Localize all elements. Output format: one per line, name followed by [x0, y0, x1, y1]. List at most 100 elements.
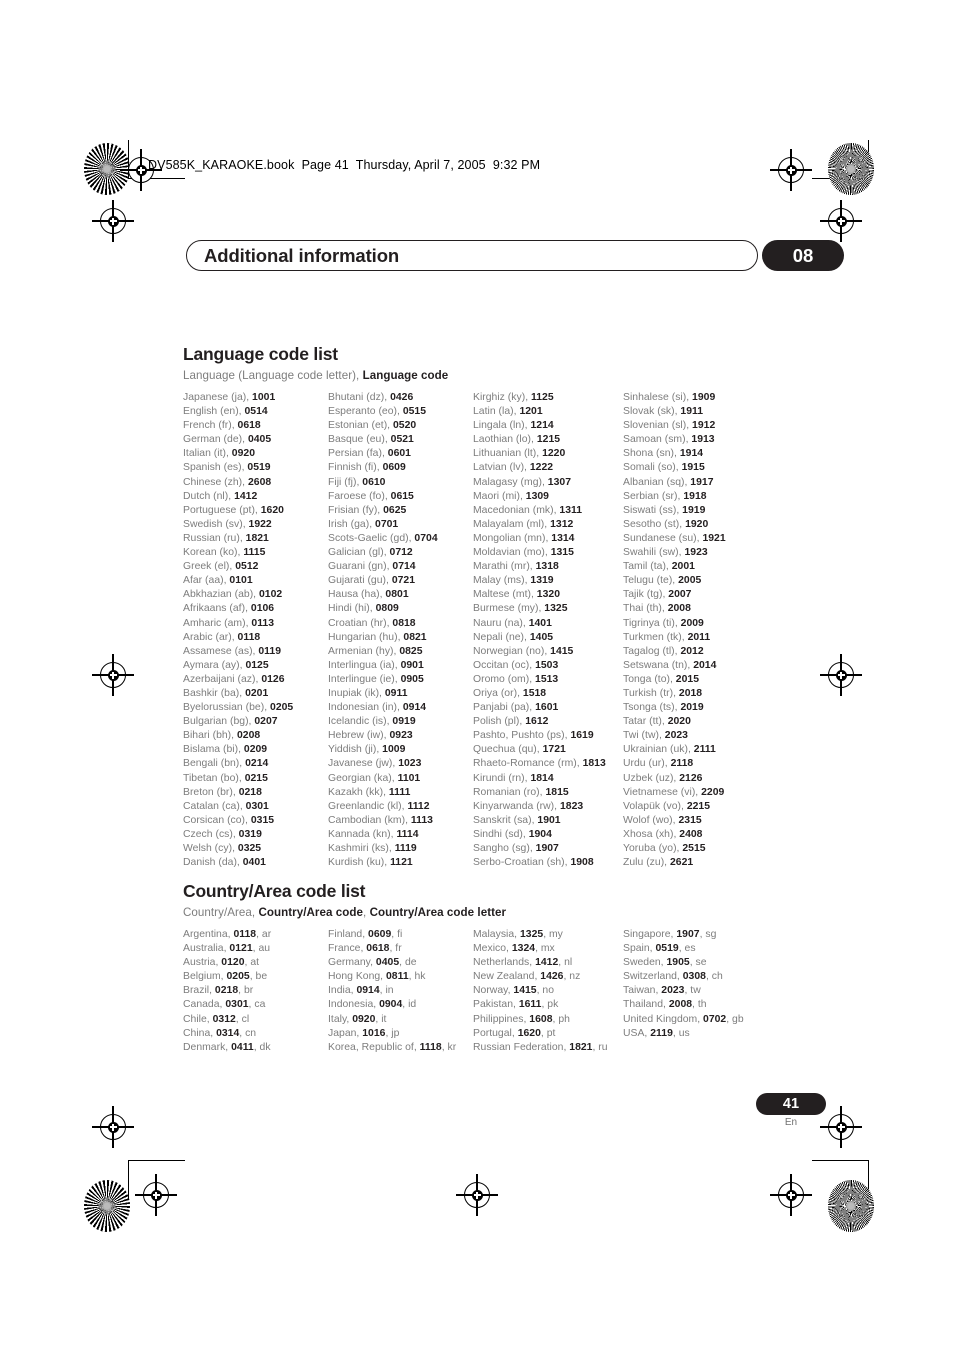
- code-entry: Aymara (ay), 0125: [183, 659, 269, 671]
- code-entry: Argentina, 0118, ar: [183, 929, 272, 940]
- code-entry: Persian (fa), 0601: [328, 448, 411, 460]
- code-entry: Philippines, 1608, ph: [473, 1013, 570, 1025]
- code-entry: Inupiak (ik), 0911: [328, 687, 408, 699]
- code-entry: Netherlands, 1412, nl: [473, 957, 573, 969]
- code-entry: Thailand, 2008, th: [623, 999, 707, 1011]
- country-code-heading: Country/Area code list: [183, 881, 366, 901]
- code-entry: Lithuanian (lt), 1220: [473, 448, 566, 460]
- code-entry: USA, 2119, us: [623, 1027, 690, 1039]
- code-entry: Catalan (ca), 0301: [183, 800, 269, 812]
- code-entry: Panjabi (pa), 1601: [473, 702, 559, 714]
- code-entry: Vietnamese (vi), 2209: [623, 786, 725, 798]
- code-entry: Kirundi (rn), 1814: [473, 772, 554, 784]
- code-entry: Tonga (to), 2015: [623, 673, 699, 685]
- code-entry: Serbian (sr), 1918: [623, 490, 707, 502]
- country-legend-plain-1: Country/Area,: [183, 906, 259, 919]
- code-entry: Faroese (fo), 0615: [328, 490, 414, 502]
- code-entry: Macedonian (mk), 1311: [473, 504, 583, 516]
- code-entry: Singapore, 1907, sg: [623, 929, 717, 940]
- code-entry: Spain, 0519, es: [623, 943, 696, 955]
- code-entry: Tsonga (ts), 2019: [623, 702, 704, 714]
- code-entry: Volapük (vo), 2215: [623, 800, 711, 812]
- page-language-mark: En: [784, 1117, 798, 1128]
- code-entry: Oromo (om), 1513: [473, 673, 559, 685]
- code-entry: Turkish (tr), 2018: [623, 687, 703, 699]
- code-entry: Bulgarian (bg), 0207: [183, 716, 278, 728]
- code-entry: Sindhi (sd), 1904: [473, 828, 552, 840]
- code-entry: Sundanese (su), 1921: [623, 532, 726, 544]
- code-entry: Hong Kong, 0811, hk: [328, 971, 426, 983]
- code-entry: Turkmen (tk), 2011: [623, 631, 711, 643]
- page-number-badge: 41: [756, 1093, 826, 1115]
- country-code-columns: Argentina, 0118, ar Australia, 0121, au Au…: [183, 928, 823, 1055]
- code-entry: English (en), 0514: [183, 406, 268, 418]
- code-entry: Georgian (ka), 1101: [328, 772, 421, 784]
- code-entry: Finnish (fi), 0609: [328, 462, 406, 474]
- code-entry: Finland, 0609, fi: [328, 929, 403, 940]
- code-entry: Twi (tw), 2023: [623, 730, 688, 742]
- code-entry: Pakistan, 1611, pk: [473, 999, 559, 1011]
- code-entry: Kinyarwanda (rw), 1823: [473, 800, 584, 812]
- code-entry: Chinese (zh), 2608: [183, 476, 272, 488]
- code-entry: Australia, 0121, au: [183, 943, 271, 955]
- code-entry: Tatar (tt), 2020: [623, 716, 691, 728]
- language-code-column: Bhutani (dz), 0426 Esperanto (eo), 0515 Es…: [328, 391, 473, 870]
- code-entry: Tajik (tg), 2007: [623, 589, 692, 601]
- book-file-header: DV585K_KARAOKE.book Page 41 Thursday, Ap…: [148, 158, 541, 172]
- code-entry: Italian (it), 0920: [183, 448, 255, 460]
- code-entry: Canada, 0301, ca: [183, 999, 266, 1011]
- country-code-column: Argentina, 0118, ar Australia, 0121, au Au…: [183, 928, 328, 1055]
- code-entry: Swedish (sv), 1922: [183, 518, 272, 530]
- code-entry: Frisian (fy), 0625: [328, 504, 407, 516]
- code-entry: France, 0618, fr: [328, 943, 402, 955]
- code-entry: Kurdish (ku), 1121: [328, 857, 413, 869]
- code-entry: Sinhalese (si), 1909: [623, 392, 716, 403]
- code-entry: Laothian (lo), 1215: [473, 434, 561, 446]
- code-entry: Kannada (kn), 1114: [328, 828, 419, 840]
- code-entry: Latin (la), 1201: [473, 406, 543, 418]
- code-entry: Norway, 1415, no: [473, 985, 555, 997]
- code-entry: Polish (pl), 1612: [473, 716, 549, 728]
- code-entry: Belgium, 0205, be: [183, 971, 268, 983]
- language-code-column: Sinhalese (si), 1909 Slovak (sk), 1911 Slo…: [623, 391, 773, 870]
- code-entry: Russian (ru), 1821: [183, 532, 269, 544]
- language-code-section: Language code list Language (Language co…: [183, 344, 823, 870]
- registration-mark-left-lower: [92, 654, 134, 696]
- code-entry: Kirghiz (ky), 1125: [473, 392, 554, 403]
- code-entry: Rhaeto-Romance (rm), 1813: [473, 758, 606, 770]
- registration-mark-left-bottom: [92, 1106, 134, 1148]
- code-entry: Tagalog (tl), 2012: [623, 645, 704, 657]
- page-title: Additional information: [204, 244, 400, 266]
- code-entry: Swahili (sw), 1923: [623, 547, 708, 559]
- code-entry: Bhutani (dz), 0426: [328, 392, 414, 403]
- code-entry: Romanian (ro), 1815: [473, 786, 569, 798]
- code-entry: Serbo-Croatian (sh), 1908: [473, 857, 594, 869]
- code-entry: Spanish (es), 0519: [183, 462, 271, 474]
- code-entry: Hebrew (iw), 0923: [328, 730, 413, 742]
- code-entry: Greek (el), 0512: [183, 561, 259, 573]
- code-entry: Samoan (sm), 1913: [623, 434, 715, 446]
- code-entry: Russian Federation, 1821, ru: [473, 1041, 608, 1053]
- code-entry: Armenian (hy), 0825: [328, 645, 423, 657]
- code-entry: Gujarati (gu), 0721: [328, 575, 416, 587]
- code-entry: Hausa (ha), 0801: [328, 589, 409, 601]
- code-entry: Malayalam (ml), 1312: [473, 518, 574, 530]
- code-entry: Kazakh (kk), 1111: [328, 786, 411, 798]
- code-entry: Switzerland, 0308, ch: [623, 971, 723, 983]
- code-entry: Malagasy (mg), 1307: [473, 476, 571, 488]
- code-entry: Korea, Republic of, 1118, kr: [328, 1041, 457, 1053]
- code-entry: Portuguese (pt), 1620: [183, 504, 284, 516]
- code-entry: Guarani (gn), 0714: [328, 561, 416, 573]
- code-entry: Indonesia, 0904, id: [328, 999, 417, 1011]
- language-code-column: Japanese (ja), 1001 English (en), 0514 Fre…: [183, 391, 328, 870]
- code-entry: Zulu (zu), 2621: [623, 857, 694, 869]
- code-entry: Chile, 0312, cl: [183, 1013, 250, 1025]
- country-code-column: Malaysia, 1325, my Mexico, 1324, mx Nether…: [473, 928, 623, 1055]
- code-entry: Bashkir (ba), 0201: [183, 687, 269, 699]
- code-entry: Czech (cs), 0319: [183, 828, 262, 840]
- code-entry: Mexico, 1324, mx: [473, 943, 555, 955]
- language-code-column: Kirghiz (ky), 1125 Latin (la), 1201 Lingal…: [473, 391, 623, 870]
- code-entry: Corsican (co), 0315: [183, 814, 275, 826]
- code-entry: Pashto, Pushto (ps), 1619: [473, 730, 594, 742]
- code-entry: Portugal, 1620, pt: [473, 1027, 556, 1039]
